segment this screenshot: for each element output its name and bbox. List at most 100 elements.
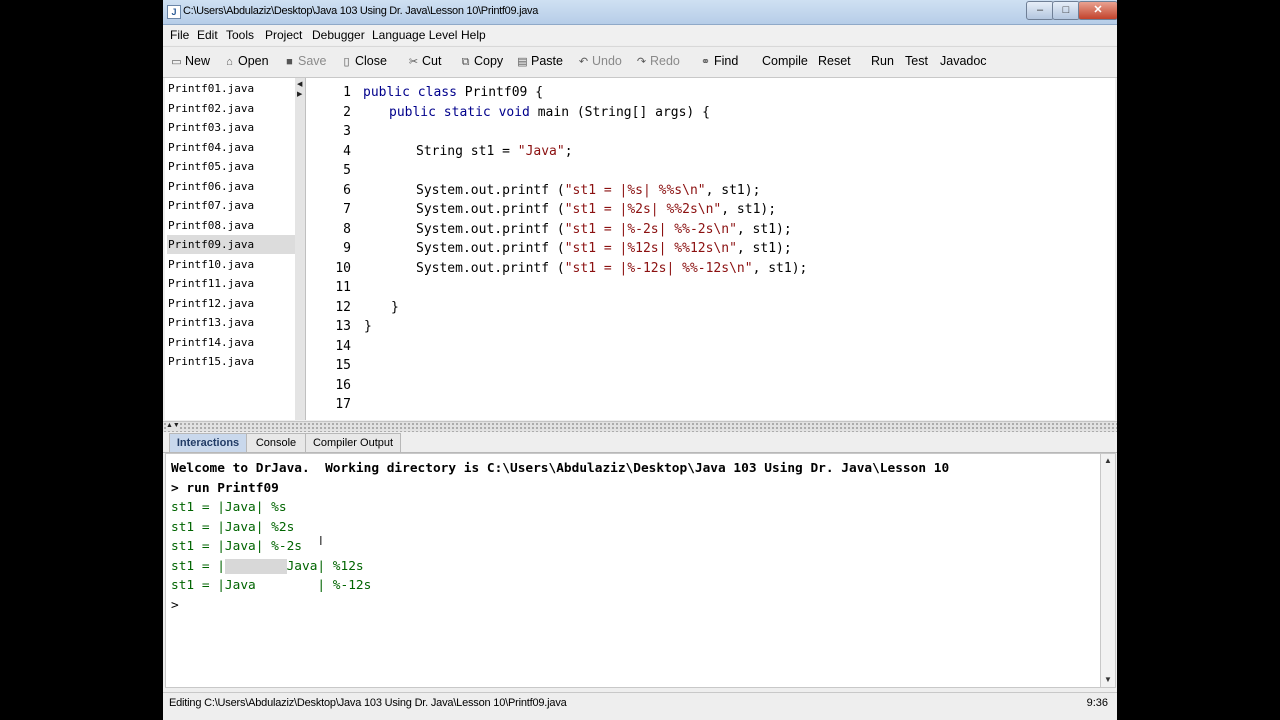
test-button[interactable]: Test — [905, 54, 928, 68]
maximize-button[interactable]: □ — [1052, 1, 1080, 20]
file-item[interactable]: Printf01.java — [167, 79, 295, 98]
code-line-7: System.out.printf ("st1 = |%2s| %%2s\n",… — [416, 200, 776, 220]
copy-button[interactable]: ⧉ Copy — [459, 54, 504, 69]
find-button[interactable]: ⚭ Find — [699, 54, 738, 68]
paste-button[interactable]: ▤ Paste — [516, 54, 563, 68]
interactions-scrollbar[interactable]: ▲ ▼ — [1100, 453, 1116, 688]
code-line-10: System.out.printf ("st1 = |%-12s| %%-12s… — [416, 259, 807, 279]
file-item[interactable]: Printf02.java — [167, 99, 295, 118]
code-line-13: } — [364, 319, 372, 334]
code-text: Printf09 { — [456, 85, 544, 100]
minimize-button[interactable]: – — [1026, 1, 1054, 20]
run-command: > run Printf09 — [171, 480, 279, 496]
string-literal: "st1 = |%-12s| %%-12s\n" — [564, 260, 753, 276]
collapse-left-icon[interactable]: ◀ — [297, 80, 302, 88]
tab-console[interactable]: Console — [246, 433, 306, 452]
code-text: , st1); — [705, 182, 761, 198]
redo-button[interactable]: ↷ Redo — [635, 54, 680, 68]
open-folder-icon: ⌂ — [226, 56, 233, 68]
binoculars-icon: ⚭ — [700, 56, 711, 68]
drjava-window: J C:\Users\Abdulaziz\Desktop\Java 103 Us… — [163, 0, 1117, 720]
undo-label: Undo — [592, 54, 622, 68]
close-window-button[interactable]: ✕ — [1078, 1, 1117, 20]
menu-file[interactable]: File — [170, 28, 189, 42]
collapse-right-icon[interactable]: ▶ — [297, 90, 302, 98]
file-item[interactable]: Printf04.java — [167, 138, 295, 157]
code-text: System.out.printf ( — [416, 221, 565, 237]
status-editing-path: Editing C:\Users\Abdulaziz\Desktop\Java … — [169, 697, 567, 709]
code-text: , st1); — [736, 221, 792, 237]
output-line: st1 = |Java| %-2s — [171, 539, 302, 554]
save-button[interactable]: ■ Save — [283, 54, 326, 68]
compile-button[interactable]: Compile — [762, 54, 808, 68]
output-line: st1 = |Java| %2s — [171, 519, 295, 535]
open-label: Open — [238, 54, 269, 68]
javadoc-button[interactable]: Javadoc — [940, 54, 987, 68]
undo-button[interactable]: ↶ Undo — [577, 54, 622, 68]
line-number: 6 — [343, 182, 351, 198]
output-line: st1 = |Java| %s — [171, 500, 287, 515]
file-item[interactable]: Printf10.java — [167, 255, 295, 274]
drjava-app-icon: J — [167, 5, 181, 19]
file-item[interactable]: Printf13.java — [167, 313, 295, 332]
open-button[interactable]: ⌂ Open — [223, 54, 269, 68]
menu-project[interactable]: Project — [265, 28, 302, 42]
file-item[interactable]: Printf06.java — [167, 177, 295, 196]
file-item[interactable]: Printf11.java — [167, 274, 295, 293]
menu-edit[interactable]: Edit — [197, 28, 218, 42]
cursor-position: 9:36 — [1086, 697, 1108, 709]
file-item[interactable]: Printf12.java — [167, 294, 295, 313]
file-item-selected[interactable]: Printf09.java — [167, 235, 295, 254]
collapse-up-icon[interactable]: ▲▼ — [166, 422, 180, 429]
tab-interactions[interactable]: Interactions — [169, 433, 247, 452]
file-item[interactable]: Printf07.java — [167, 196, 295, 215]
menu-language-level[interactable]: Language Level — [372, 28, 457, 42]
string-literal: "st1 = |%-2s| %%-2s\n" — [564, 221, 737, 237]
line-number: 11 — [335, 280, 351, 295]
welcome-message: Welcome to DrJava. Working directory is … — [171, 461, 950, 476]
interactions-pane[interactable]: Welcome to DrJava. Working directory is … — [165, 453, 1102, 688]
line-number: 16 — [335, 377, 351, 393]
code-line-9: System.out.printf ("st1 = |%12s| %%12s\n… — [416, 239, 792, 259]
output-text: Java| %12s — [286, 558, 364, 574]
line-number: 5 — [343, 163, 351, 178]
string-literal: "st1 = |%s| %%s\n" — [564, 182, 706, 198]
scroll-up-icon[interactable]: ▲ — [1101, 454, 1115, 468]
clipboard-icon: ▤ — [517, 56, 528, 68]
vertical-splitter[interactable]: ◀ ▶ — [295, 78, 306, 420]
toolbar: ▭ New ⌂ Open ■ Save ▯ Close ✂ Cut ⧉ Copy ▤ Past… — [163, 46, 1117, 78]
title-bar[interactable]: J C:\Users\Abdulaziz\Desktop\Java 103 Us… — [163, 0, 1117, 25]
scroll-down-icon[interactable]: ▼ — [1101, 673, 1115, 687]
line-number: 3 — [343, 124, 351, 139]
code-text: String st1 = — [416, 143, 518, 159]
menu-tools[interactable]: Tools — [226, 28, 254, 42]
code-text: System.out.printf ( — [416, 241, 565, 256]
reset-button[interactable]: Reset — [818, 54, 851, 68]
file-item[interactable]: Printf14.java — [167, 333, 295, 352]
bottom-tabs: Interactions Console Compiler Output — [163, 432, 1117, 453]
close-file-button[interactable]: ▯ Close — [340, 54, 387, 68]
keyword: public static void — [389, 104, 530, 120]
input-prompt[interactable]: > — [171, 596, 179, 616]
code-text: ; — [564, 143, 573, 159]
cut-button[interactable]: ✂ Cut — [407, 54, 442, 68]
selection-highlight — [224, 558, 287, 574]
line-number: 14 — [335, 338, 351, 354]
menu-help[interactable]: Help — [461, 28, 486, 42]
menu-debugger[interactable]: Debugger — [312, 28, 365, 42]
new-button[interactable]: ▭ New — [170, 54, 210, 68]
run-button[interactable]: Run — [871, 54, 894, 68]
tab-compiler-output[interactable]: Compiler Output — [305, 433, 401, 452]
file-item[interactable]: Printf05.java — [167, 157, 295, 176]
line-number: 15 — [335, 358, 351, 373]
file-item[interactable]: Printf08.java — [167, 216, 295, 235]
line-number: 12 — [335, 299, 351, 315]
output-text: st1 = | — [171, 558, 225, 574]
file-item[interactable]: Printf15.java — [167, 352, 295, 371]
code-text: System.out.printf ( — [416, 182, 565, 198]
close-label: Close — [355, 54, 387, 68]
code-editor[interactable]: 1 2 3 4 5 6 7 8 9 10 11 12 13 14 15 16 1… — [306, 78, 1115, 420]
file-item[interactable]: Printf03.java — [167, 118, 295, 137]
code-line-2: public static void main (String[] args) … — [389, 103, 710, 123]
new-file-icon: ▭ — [171, 56, 182, 68]
